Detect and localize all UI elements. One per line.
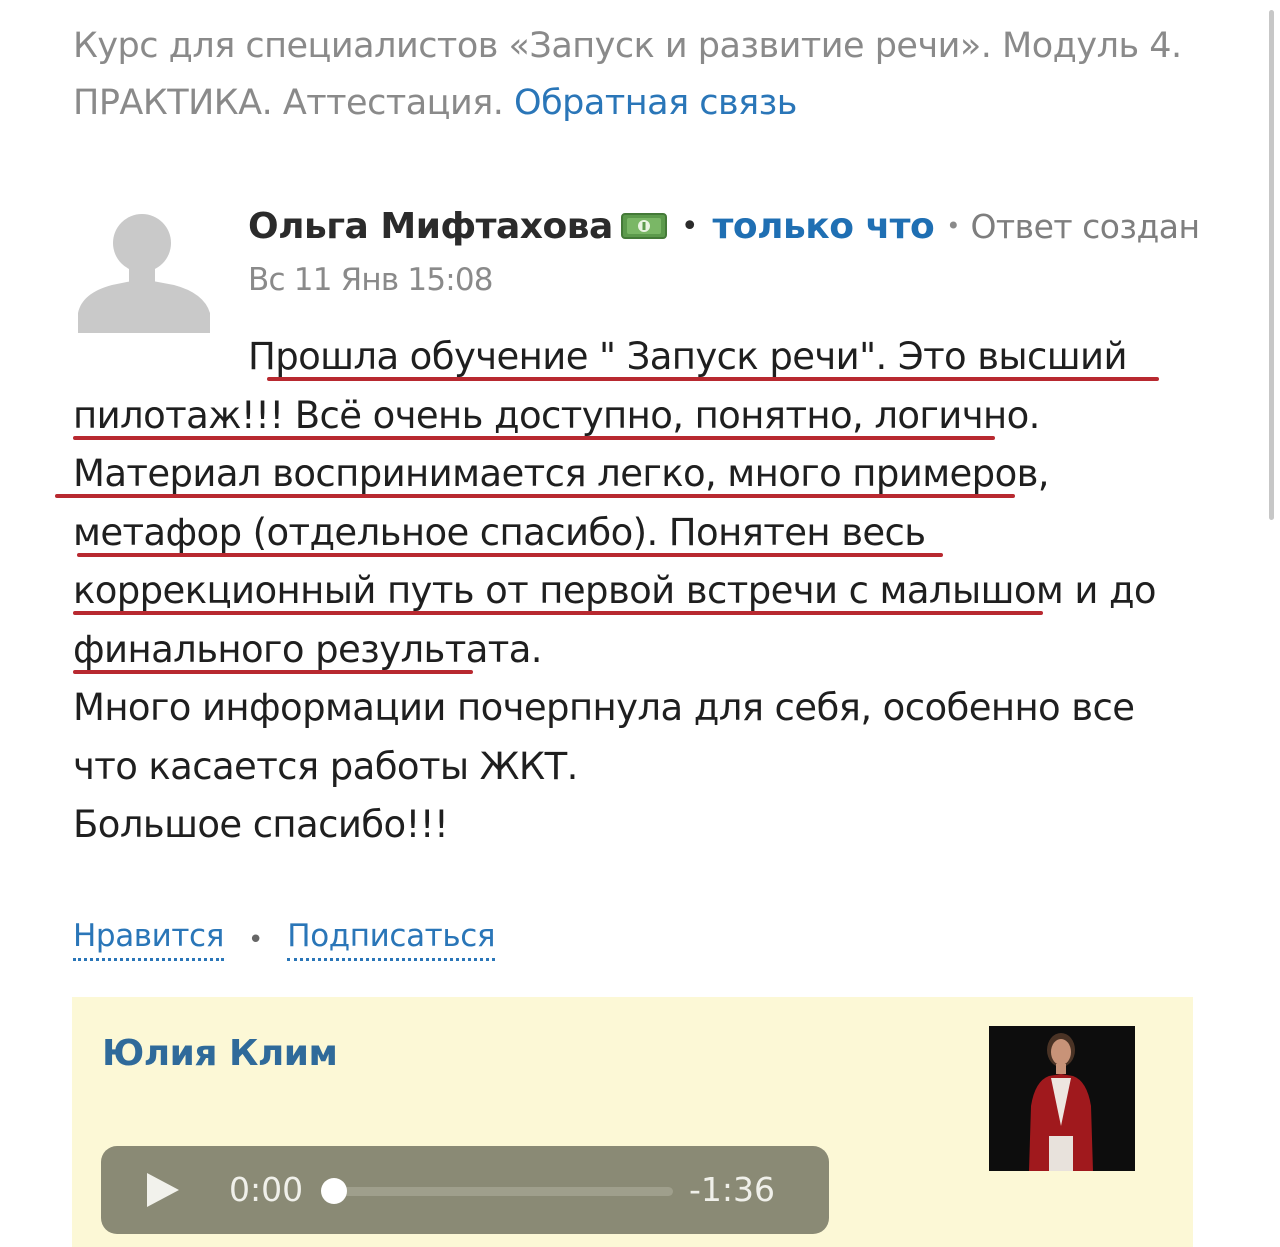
review-line: Много информации почерпнула для себя, ос… — [73, 686, 1135, 729]
reply-author-photo — [989, 1026, 1135, 1171]
audio-progress-knob[interactable] — [321, 1178, 347, 1204]
feedback-link[interactable]: Обратная связь — [514, 83, 797, 123]
audio-remaining-time: -1:36 — [689, 1170, 776, 1209]
red-underline — [267, 377, 1159, 381]
time-ago-link[interactable]: только что — [713, 206, 935, 247]
separator-dot: • — [247, 924, 264, 955]
review-line: коррекционный путь от первой встречи с м… — [73, 562, 1193, 621]
red-underline — [73, 435, 995, 440]
review-body: Прошла обучение " Запуск речи". Это высш… — [55, 328, 1193, 855]
review-line: метафор (отдельное спасибо). Понятен вес… — [73, 504, 1193, 563]
money-bill-icon — [620, 211, 667, 241]
course-title: Курс для специалистов «Запуск и развитие… — [73, 18, 1223, 132]
audio-player[interactable]: 0:00 -1:36 — [101, 1146, 829, 1234]
review-line: что касается работы ЖКТ. — [73, 744, 578, 788]
like-button[interactable]: Нравится — [73, 918, 224, 961]
post-header: Ольга Мифтахова • только что • Ответ соз… — [248, 200, 1200, 252]
review-line: Материал воспринимается легко, много при… — [55, 445, 1193, 504]
red-underline — [55, 494, 1015, 498]
user-silhouette-icon — [78, 214, 210, 333]
review-line: финального результата. — [73, 621, 1193, 680]
red-underline — [77, 552, 943, 557]
red-underline — [73, 611, 1043, 615]
status-text: Ответ создан — [970, 206, 1200, 246]
separator-dot: • — [680, 208, 699, 244]
play-icon[interactable] — [147, 1173, 179, 1207]
author-name[interactable]: Ольга Мифтахова — [248, 206, 613, 247]
subscribe-button[interactable]: Подписаться — [287, 918, 495, 961]
separator-dot: • — [946, 212, 961, 240]
scrollbar[interactable] — [1269, 10, 1274, 520]
reply-card: Юлия Клим 0:00 -1:36 — [72, 997, 1193, 1247]
reply-author-name[interactable]: Юлия Клим — [102, 1033, 338, 1074]
avatar — [76, 203, 212, 333]
audio-progress-track[interactable] — [321, 1178, 673, 1204]
review-line: Большое спасибо!!! — [73, 803, 449, 846]
audio-current-time: 0:00 — [229, 1170, 304, 1209]
post-actions: Нравится • Подписаться — [73, 918, 495, 961]
red-underline — [73, 669, 473, 674]
review-line: Прошла обучение " Запуск речи". Это высш… — [73, 328, 1193, 387]
post-date: Вс 11 Янв 15:08 — [248, 262, 494, 298]
review-line: пилотаж!!! Всё очень доступно, понятно, … — [73, 387, 1193, 446]
